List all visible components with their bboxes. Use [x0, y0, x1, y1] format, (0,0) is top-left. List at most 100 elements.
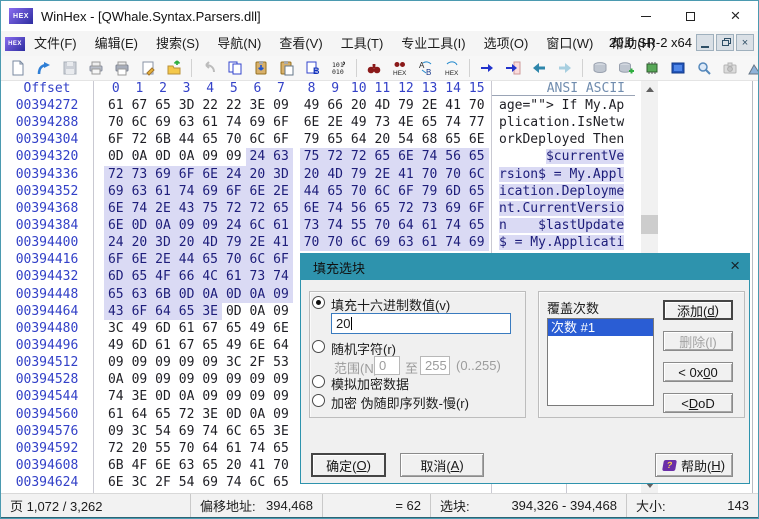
replace-hex-icon[interactable]: HEX: [439, 57, 465, 79]
window-title: WinHex - [QWhale.Syntax.Parsers.dll]: [41, 8, 261, 24]
row-offset: 00394560: [15, 406, 79, 422]
menu-item-1[interactable]: 编辑(E): [86, 31, 147, 56]
row-offset: 00394624: [15, 475, 79, 491]
radio-random-chars[interactable]: [312, 340, 325, 353]
open-disk-icon[interactable]: [587, 57, 613, 79]
menu-item-4[interactable]: 查看(V): [270, 31, 331, 56]
row-bytes: 6E 0D 0A 09 09 24 6C 61 73 74 55 70 64 61 74 65: [104, 216, 489, 235]
row-bytes: 6D 65 4F 66 4C 61 73 74: [104, 268, 300, 286]
offset-value: 394,468: [266, 498, 313, 513]
mdi-restore-button[interactable]: [716, 34, 734, 51]
open-file-icon[interactable]: [31, 57, 57, 79]
radio-crypto-prng[interactable]: [312, 394, 325, 407]
byte-column-header: 3: [182, 81, 191, 96]
find-hex-icon[interactable]: HEX: [387, 57, 413, 79]
magnifier-icon[interactable]: [691, 57, 717, 79]
size-label: 大小:: [636, 499, 666, 514]
row-offset: 00394368: [15, 200, 79, 216]
copy-icon[interactable]: [222, 57, 248, 79]
row-bytes: 74 3E 0D 0A 09 09 09 09: [107, 389, 289, 405]
svg-text:B: B: [426, 68, 431, 76]
find-text-icon[interactable]: [361, 57, 387, 79]
radio-fill-hex-label: 填充十六进制数值(v): [331, 298, 451, 313]
radio-simulate-encrypted[interactable]: [312, 375, 325, 388]
scroll-up-arrow[interactable]: [641, 81, 658, 97]
dialog-title-bar[interactable]: 填充选块 ×: [301, 254, 749, 280]
row-bytes: 0A 09 09 09 09 09 09 09: [107, 372, 289, 388]
menu-item-7[interactable]: 选项(O): [475, 31, 538, 56]
row-offset: 00394592: [15, 440, 79, 456]
undo-icon[interactable]: [196, 57, 222, 79]
save-icon[interactable]: [57, 57, 83, 79]
screenshot-icon[interactable]: [717, 57, 743, 79]
goto-block-icon[interactable]: [500, 57, 526, 79]
scrollbar-thumb[interactable]: [641, 215, 658, 234]
ram-editor-icon[interactable]: [639, 57, 665, 79]
help-button[interactable]: ? 帮助(H): [655, 453, 733, 477]
byte-column-header: 7: [277, 81, 285, 96]
menu-item-5[interactable]: 工具(T): [332, 31, 393, 56]
menu-item-0[interactable]: 文件(F): [25, 31, 86, 56]
delete-button: 删除(l): [663, 331, 733, 351]
forward-icon[interactable]: [552, 57, 578, 79]
row-offset: 00394416: [15, 252, 79, 268]
copy-hex-values-icon[interactable]: B: [300, 57, 326, 79]
row-bytes: 0D 0A 0D 0A 09 09 24 63 75 72 72 65 6E 74 56 65: [104, 148, 489, 166]
binary-conversion-icon[interactable]: 101 010: [326, 57, 352, 79]
offset-separator-line: [93, 81, 94, 493]
replace-text-icon[interactable]: AB: [413, 57, 439, 79]
dialog-close-icon[interactable]: ×: [730, 256, 740, 276]
gallery-icon[interactable]: [743, 57, 758, 79]
winhex-logo-icon: HEX: [9, 8, 33, 24]
menu-item-3[interactable]: 导航(N): [208, 31, 270, 56]
byte-column-header: 12: [398, 81, 414, 96]
menu-item-6[interactable]: 专业工具(I): [392, 31, 474, 56]
row-offset: 00394512: [15, 355, 79, 371]
ok-button[interactable]: 确定(O): [311, 453, 386, 477]
status-size: 大小: 143: [627, 494, 758, 517]
row-bytes: 70 6C 69 63 61 74 69 6F 6E 2E 49 73 4E 65 74 77: [107, 115, 485, 131]
row-offset: 00394608: [15, 457, 79, 473]
block-label: 选块:: [440, 499, 470, 514]
byte-column-header: 13: [421, 81, 438, 96]
status-bar: 页 1,072 / 3,262 偏移地址: 394,468 = 62 选块: 3…: [1, 493, 758, 518]
row-offset: 00394288: [15, 115, 79, 131]
minimize-button[interactable]: [623, 1, 668, 31]
byte-column-header: 2: [159, 81, 167, 96]
cancel-button[interactable]: 取消(A): [400, 453, 484, 477]
overwrite-count-list[interactable]: 次数 #1: [547, 318, 654, 406]
paste-into-icon[interactable]: [248, 57, 274, 79]
close-button[interactable]: ×: [713, 1, 758, 31]
row-bytes: 24 20 3D 20 4D 79 2E 41 70 70 6C 69 63 61 74 69: [104, 234, 489, 252]
text-caret: [351, 317, 353, 330]
add-button[interactable]: 添加(d): [663, 300, 733, 320]
row-offset: 00394576: [15, 423, 79, 439]
menu-item-8[interactable]: 窗口(W): [537, 31, 602, 56]
byte-column-headers: 0 1 2 3 4 5 6 7 8 9 10 11 12 13 14 15: [104, 81, 489, 96]
row-offset: 00394304: [15, 132, 79, 148]
new-file-icon[interactable]: [5, 57, 31, 79]
paste-icon[interactable]: [274, 57, 300, 79]
row-bytes: 6E 74 2E 43 75 72 72 65 6E 74 56 65 72 73 69 6F: [104, 199, 489, 217]
maximize-button[interactable]: [668, 1, 713, 31]
toolbar-separator: [191, 59, 192, 77]
status-byte-value: = 62: [323, 494, 431, 517]
open-folder-icon[interactable]: [161, 57, 187, 79]
overwrite-count-item[interactable]: 次数 #1: [548, 319, 653, 336]
fill-0x00-button[interactable]: < 0x 0 0: [663, 362, 733, 382]
toolbar-separator: [582, 59, 583, 77]
back-icon[interactable]: [526, 57, 552, 79]
data-interpreter-icon[interactable]: [665, 57, 691, 79]
properties-icon[interactable]: [135, 57, 161, 79]
fill-dod-button[interactable]: < DoD: [663, 393, 733, 413]
mdi-close-button[interactable]: ×: [736, 34, 754, 51]
hex-value-input[interactable]: 20: [331, 313, 511, 334]
menu-item-2[interactable]: 搜索(S): [147, 31, 208, 56]
row-offset: 00394496: [15, 337, 79, 353]
clone-disk-icon[interactable]: [613, 57, 639, 79]
mdi-minimize-button[interactable]: [696, 34, 714, 51]
print-preview-icon[interactable]: [83, 57, 109, 79]
radio-fill-hex[interactable]: [312, 296, 325, 309]
print-icon[interactable]: [109, 57, 135, 79]
goto-offset-icon[interactable]: [474, 57, 500, 79]
